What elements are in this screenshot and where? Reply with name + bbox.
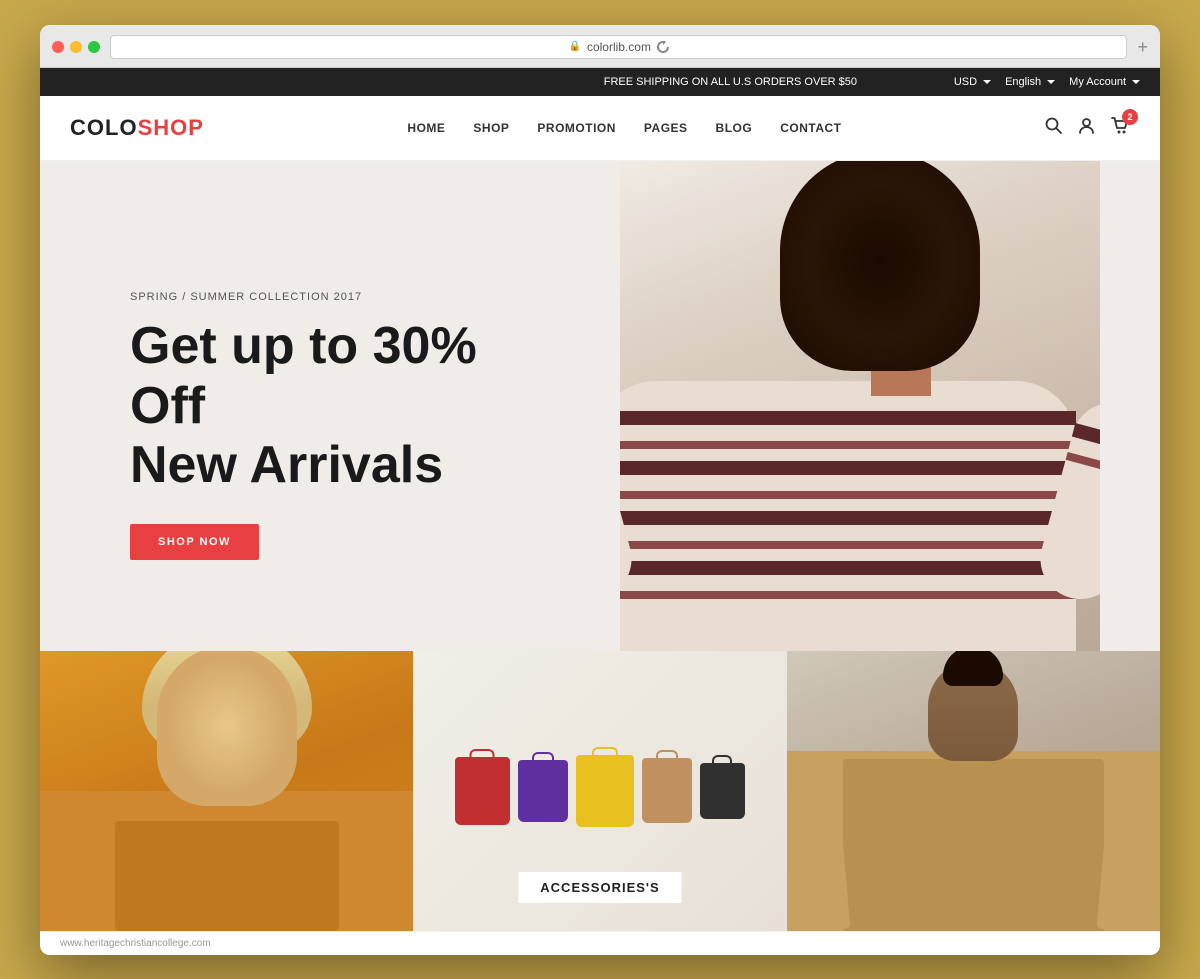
main-nav: COLOSHOP HOME SHOP PROMOTION PAGES BLOG … [40,96,1160,161]
logo-colo: COLO [70,115,138,140]
hero-subtitle: SPRING / SUMMER COLLECTION 2017 [130,291,550,303]
nav-item-shop[interactable]: SHOP [473,119,509,137]
nav-item-pages[interactable]: PAGES [644,119,688,137]
accessories-label: ACCESSORIES'S [518,872,681,903]
hero-model-figure [620,161,1100,651]
minimize-button[interactable] [70,41,82,53]
close-button[interactable] [52,41,64,53]
lock-icon: 🔒 [569,41,581,52]
account-button[interactable] [1078,117,1095,139]
nav-item-contact[interactable]: CONTACT [780,119,841,137]
nav-icons: 2 [1045,117,1130,139]
category-accessories[interactable]: ACCESSORIES'S [413,651,786,931]
womens-bg [40,651,413,931]
hero-content: SPRING / SUMMER COLLECTION 2017 Get up t… [40,251,550,560]
nav-item-home[interactable]: HOME [407,119,445,137]
currency-dropdown[interactable]: USD [954,76,991,88]
nav-link-pages[interactable]: PAGES [644,121,688,135]
announcement-text: FREE SHIPPING ON ALL U.S ORDERS OVER $50 [507,76,954,88]
hero-title-line1: Get up to 30% Off [130,317,477,435]
chevron-down-icon [1047,80,1055,84]
nav-link-shop[interactable]: SHOP [473,121,509,135]
cart-count: 2 [1122,109,1138,125]
language-label: English [1005,76,1041,88]
mens-bg [787,651,1160,931]
search-icon [1045,117,1062,134]
nav-link-promotion[interactable]: PROMOTION [537,121,616,135]
traffic-lights [52,41,100,53]
announcement-actions: USD English My Account [954,76,1140,88]
url-text: colorlib.com [587,40,651,54]
maximize-button[interactable] [88,41,100,53]
chevron-down-icon [983,80,991,84]
browser-window: 🔒 colorlib.com + FREE SHIPPING ON ALL U.… [40,25,1160,955]
category-womens[interactable]: WOMEN'S [40,651,413,931]
refresh-icon[interactable] [657,41,669,53]
nav-links: HOME SHOP PROMOTION PAGES BLOG CONTACT [407,119,841,137]
hero-section: SPRING / SUMMER COLLECTION 2017 Get up t… [40,161,1160,651]
category-section: WOMEN'S [40,651,1160,931]
hero-title-line2: New Arrivals [130,436,443,494]
cart-button[interactable]: 2 [1111,117,1130,139]
category-mens[interactable]: MEN'S [787,651,1160,931]
hero-title: Get up to 30% Off New Arrivals [130,317,550,496]
address-bar[interactable]: 🔒 colorlib.com [110,35,1127,59]
language-dropdown[interactable]: English [1005,76,1055,88]
new-tab-button[interactable]: + [1137,38,1148,56]
nav-item-promotion[interactable]: PROMOTION [537,119,616,137]
search-button[interactable] [1045,117,1062,139]
user-icon [1078,117,1095,134]
account-label: My Account [1069,76,1126,88]
logo[interactable]: COLOSHOP [70,115,204,141]
footer-bar: www.heritagechristiancollege.com [40,931,1160,955]
nav-link-blog[interactable]: BLOG [716,121,753,135]
chevron-down-icon [1132,80,1140,84]
currency-label: USD [954,76,977,88]
logo-shop: SHOP [138,115,204,140]
announcement-bar: FREE SHIPPING ON ALL U.S ORDERS OVER $50… [40,68,1160,96]
nav-item-blog[interactable]: BLOG [716,119,753,137]
account-dropdown[interactable]: My Account [1069,76,1140,88]
nav-link-home[interactable]: HOME [407,121,445,135]
nav-link-contact[interactable]: CONTACT [780,121,841,135]
browser-chrome: 🔒 colorlib.com + [40,25,1160,68]
footer-url: www.heritagechristiancollege.com [60,938,211,949]
hero-cta-button[interactable]: SHOP NOW [130,524,259,560]
